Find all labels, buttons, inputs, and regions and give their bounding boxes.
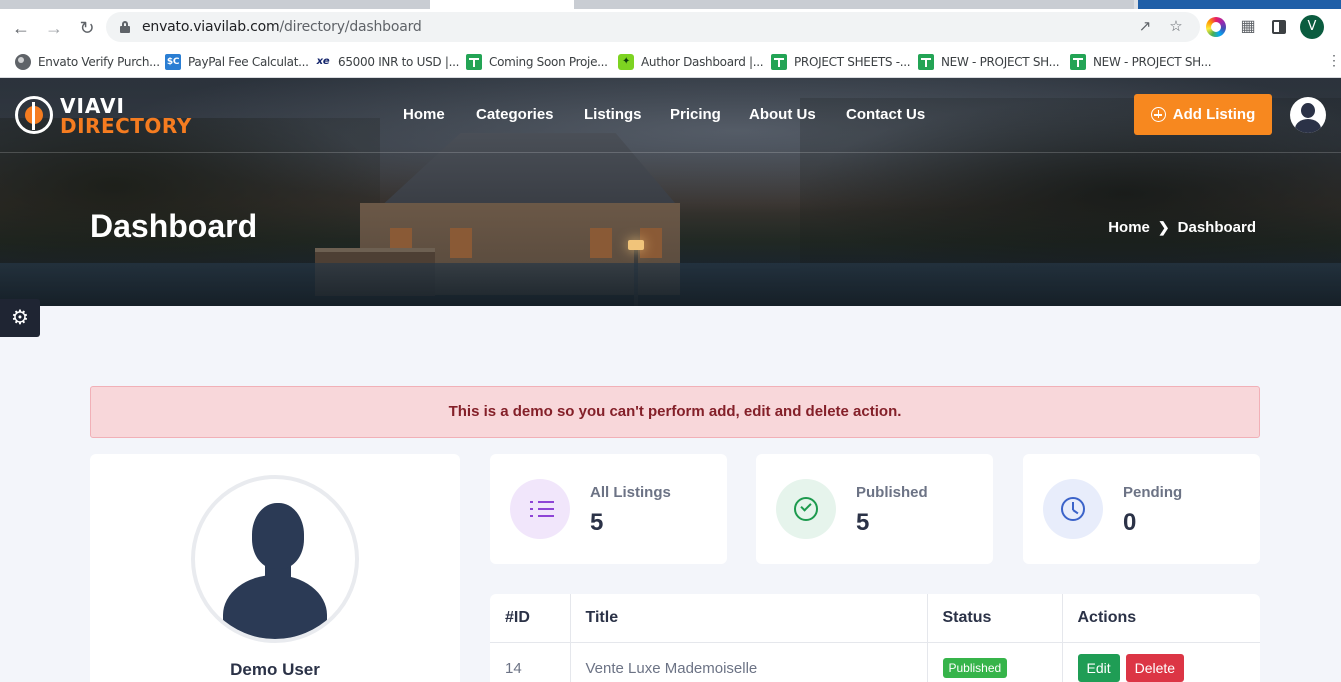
clock-icon — [1043, 479, 1103, 539]
bookmark-item[interactable]: xe 65000 INR to USD |... — [315, 52, 459, 72]
share-icon[interactable]: ↗ — [1136, 18, 1154, 36]
logo-globe-icon — [15, 96, 53, 134]
browser-tab-strip — [0, 0, 1341, 9]
hero-banner: VIAVI DIRECTORY Home Categories Listings… — [0, 78, 1341, 306]
delete-button[interactable]: Delete — [1125, 654, 1185, 682]
breadcrumb: Home ❯ Dashboard — [1108, 219, 1256, 236]
list-icon — [510, 479, 570, 539]
bookmark-item[interactable]: $C PayPal Fee Calculat... — [165, 52, 309, 72]
bookmark-item[interactable]: Coming Soon Proje... — [466, 52, 608, 72]
url-text[interactable]: envato.viavilab.com/directory/dashboard — [142, 19, 422, 35]
header-divider — [0, 152, 1341, 153]
settings-toggle[interactable]: ⚙ — [0, 299, 40, 337]
breadcrumb-home[interactable]: Home — [1108, 219, 1150, 236]
cell-title[interactable]: Vente Luxe Mademoiselle — [570, 642, 928, 682]
envato-icon: ✦ — [618, 54, 634, 70]
listings-table: #ID Title Status Actions 14 Vente Luxe M… — [490, 594, 1260, 682]
sheets-icon — [1070, 54, 1086, 70]
nav-categories[interactable]: Categories — [476, 106, 554, 123]
nav-home[interactable]: Home — [403, 106, 445, 123]
bookmark-label: Coming Soon Proje... — [489, 55, 608, 69]
add-listing-button[interactable]: Add Listing — [1134, 94, 1272, 135]
bookmark-label: Author Dashboard |... — [641, 55, 764, 69]
bookmark-item[interactable]: Envato Verify Purch... — [15, 52, 160, 72]
user-menu-avatar[interactable] — [1290, 97, 1326, 133]
browser-tab[interactable] — [574, 0, 714, 9]
column-header-actions: Actions — [1062, 594, 1260, 643]
nav-pricing[interactable]: Pricing — [670, 106, 721, 123]
browser-tab[interactable] — [0, 0, 430, 9]
stat-value: 5 — [856, 509, 870, 536]
bookmark-label: 65000 INR to USD |... — [338, 55, 460, 69]
browser-tab[interactable] — [1138, 0, 1341, 9]
profile-name: Demo User — [230, 660, 320, 679]
sheets-icon — [918, 54, 934, 70]
page-title: Dashboard — [90, 208, 258, 244]
browser-tab[interactable] — [994, 0, 1134, 9]
add-listing-label: Add Listing — [1172, 106, 1256, 123]
profile-card: Demo User — [90, 454, 460, 682]
profile-avatar[interactable] — [191, 475, 359, 643]
stat-card-pending[interactable]: Pending 0 — [1023, 454, 1260, 564]
xe-icon: xe — [315, 54, 331, 70]
breadcrumb-current: Dashboard — [1177, 219, 1256, 236]
logo-text-bottom: DIRECTORY — [60, 114, 192, 138]
hero-water — [0, 263, 1341, 306]
forward-arrow-icon[interactable]: → — [43, 17, 65, 39]
bookmark-label: NEW - PROJECT SH... — [1093, 55, 1212, 69]
color-extension-icon[interactable] — [1206, 17, 1226, 37]
browser-profile-avatar[interactable]: V — [1300, 15, 1324, 39]
stat-label: All Listings — [590, 484, 671, 501]
cell-id: 14 — [490, 642, 571, 682]
table-header-row: #ID Title Status Actions — [490, 594, 1260, 643]
column-header-id: #ID — [490, 594, 571, 643]
table-row: 14 Vente Luxe Mademoiselle Published Edi… — [490, 642, 1260, 682]
bookmarks-bar: Envato Verify Purch... $C PayPal Fee Calc… — [0, 46, 1341, 78]
back-arrow-icon[interactable]: ← — [10, 17, 32, 39]
stat-card-published[interactable]: Published 5 — [756, 454, 993, 564]
status-badge: Published — [942, 658, 1008, 679]
stat-card-all-listings[interactable]: All Listings 5 — [490, 454, 727, 564]
column-header-status: Status — [927, 594, 1063, 643]
reload-icon[interactable]: ↻ — [76, 17, 98, 39]
bookmark-item[interactable]: NEW - PROJECT SH... — [1070, 52, 1212, 72]
cell-status: Published — [927, 642, 1063, 682]
sheets-icon — [466, 54, 482, 70]
sheets-icon — [771, 54, 787, 70]
cell-actions: Edit Delete — [1062, 642, 1260, 682]
browser-tab[interactable] — [854, 0, 994, 9]
stat-value: 5 — [590, 509, 604, 536]
edit-button[interactable]: Edit — [1077, 654, 1120, 682]
stat-label: Published — [856, 484, 928, 501]
bookmark-label: NEW - PROJECT SH... — [941, 55, 1060, 69]
plus-circle-icon — [1150, 107, 1166, 122]
nav-about-us[interactable]: About Us — [749, 106, 816, 123]
browser-toolbar: ← → ↻ envato.viavilab.com/directory/dash… — [0, 9, 1341, 46]
address-bar[interactable]: envato.viavilab.com/directory/dashboard … — [106, 12, 1200, 42]
bookmark-item[interactable]: NEW - PROJECT SH... — [918, 52, 1060, 72]
bookmark-label: PROJECT SHEETS -... — [794, 55, 911, 69]
chevron-right-icon: ❯ — [1157, 219, 1170, 235]
browser-tab[interactable] — [714, 0, 854, 9]
bookmark-label: PayPal Fee Calculat... — [188, 55, 309, 69]
stat-value: 0 — [1123, 509, 1137, 536]
gear-icon: ⚙ — [11, 307, 29, 329]
paypal-icon: $C — [165, 54, 181, 70]
globe-icon — [15, 54, 31, 70]
bookmark-item[interactable]: ✦ Author Dashboard |... — [618, 52, 764, 72]
demo-alert: This is a demo so you can't perform add,… — [90, 386, 1260, 438]
nav-contact-us[interactable]: Contact Us — [846, 106, 925, 123]
column-header-title: Title — [570, 594, 928, 643]
bookmark-item[interactable]: PROJECT SHEETS -... — [771, 52, 911, 72]
extensions-puzzle-icon[interactable]: ▦ — [1238, 17, 1258, 37]
more-bookmarks-icon[interactable]: ⋮ — [1327, 52, 1341, 72]
browser-tab-active[interactable] — [430, 0, 574, 9]
side-panel-icon[interactable] — [1272, 20, 1286, 34]
nav-listings[interactable]: Listings — [584, 106, 642, 123]
lock-icon[interactable] — [120, 21, 130, 33]
bookmark-label: Envato Verify Purch... — [38, 55, 160, 69]
bookmark-star-icon[interactable]: ☆ — [1167, 18, 1185, 36]
stat-label: Pending — [1123, 484, 1183, 501]
check-circle-icon — [776, 479, 836, 539]
